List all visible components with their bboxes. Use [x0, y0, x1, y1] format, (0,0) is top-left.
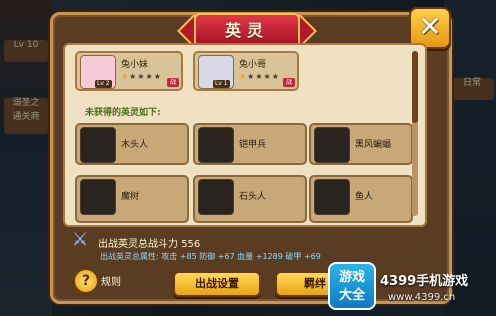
- unowned-heading: 未获得的英灵如下:: [85, 108, 161, 118]
- hero-portrait: Lv 2: [80, 55, 116, 89]
- help-button[interactable]: ?: [73, 268, 99, 294]
- watermark-url: www.4399.cn: [388, 292, 456, 303]
- battle-setup-button[interactable]: 出战设置: [173, 271, 261, 297]
- hero-portrait: Lv 1: [198, 55, 234, 89]
- hero-silhouette-icon: [198, 179, 234, 215]
- star-rating: ★★★★★: [121, 72, 162, 81]
- site-watermark: 游戏 大全 4399手机游戏 www.4399.cn: [328, 262, 496, 316]
- attr-attack: 攻击 +85: [161, 252, 197, 261]
- list-scrollbar[interactable]: [412, 51, 418, 216]
- hero-name: 黑风蝙蝠: [355, 140, 392, 150]
- locked-hero-card[interactable]: 黑风蝙蝠: [309, 123, 413, 165]
- power-value: 556: [181, 239, 201, 250]
- battle-tag: 战: [283, 78, 295, 87]
- hero-level: Lv 2: [95, 80, 112, 88]
- locked-hero-card[interactable]: 鱼人: [309, 175, 413, 223]
- attr-crit: 破甲 +69: [285, 252, 321, 261]
- locked-hero-card[interactable]: 石头人: [193, 175, 307, 223]
- watermark-logo: 游戏 大全: [328, 262, 376, 310]
- hero-name: 魔树: [121, 192, 140, 202]
- locked-hero-card[interactable]: 木头人: [75, 123, 189, 165]
- locked-hero-card[interactable]: 魔树: [75, 175, 189, 223]
- hero-name: 兔小妹: [121, 60, 149, 70]
- hero-name: 木头人: [121, 140, 149, 150]
- hero-level: Lv 1: [213, 80, 230, 88]
- power-label: 出战英灵总战斗力: [98, 239, 178, 250]
- total-power: ⚔ 出战英灵总战斗力 556: [72, 229, 201, 250]
- hero-silhouette-icon: [314, 179, 350, 215]
- hero-name: 铠甲兵: [239, 140, 267, 150]
- attr-hp: 血量 +1289: [237, 252, 283, 261]
- owned-hero-card[interactable]: Lv 2 兔小妹 ★★★★★ 战: [75, 51, 183, 91]
- owned-hero-card[interactable]: Lv 1 兔小哥 ★★★★★ 战: [193, 51, 299, 91]
- hero-name: 兔小哥: [239, 60, 267, 70]
- hero-name: 鱼人: [355, 192, 374, 202]
- question-mark-icon: ?: [81, 273, 91, 289]
- battle-tag: 战: [167, 78, 179, 87]
- crossed-swords-icon: ⚔: [72, 229, 89, 250]
- locked-hero-card[interactable]: 铠甲兵: [193, 123, 307, 165]
- rules-label[interactable]: 规则: [101, 273, 121, 288]
- attr-defense: 防御 +67: [199, 252, 235, 261]
- hero-silhouette-icon: [80, 179, 116, 215]
- hero-silhouette-icon: [198, 127, 234, 163]
- watermark-brand: 4399手机游戏: [380, 274, 469, 289]
- logo-line-2: 大全: [338, 288, 365, 303]
- scrollbar-thumb[interactable]: [412, 51, 418, 123]
- hero-list-area: Lv 2 兔小妹 ★★★★★ 战 Lv 1 兔小哥 ★★★★★ 战 未获得的英灵…: [63, 43, 427, 227]
- logo-line-1: 游戏: [338, 270, 365, 285]
- total-attributes: 出战英灵总属性: 攻击 +85 防御 +67 血量 +1289 破甲 +69: [100, 251, 321, 262]
- star-rating: ★★★★★: [239, 72, 280, 81]
- hero-silhouette-icon: [314, 127, 350, 163]
- hero-name: 石头人: [239, 192, 267, 202]
- hero-spirit-dialog: 英灵 ✕ Lv 2 兔小妹 ★★★★★ 战 Lv 1 兔小哥 ★★★★★ 战 未…: [50, 7, 452, 304]
- attr-prefix: 出战英灵总属性:: [100, 252, 159, 261]
- hero-silhouette-icon: [80, 127, 116, 163]
- close-icon: ✕: [418, 10, 442, 43]
